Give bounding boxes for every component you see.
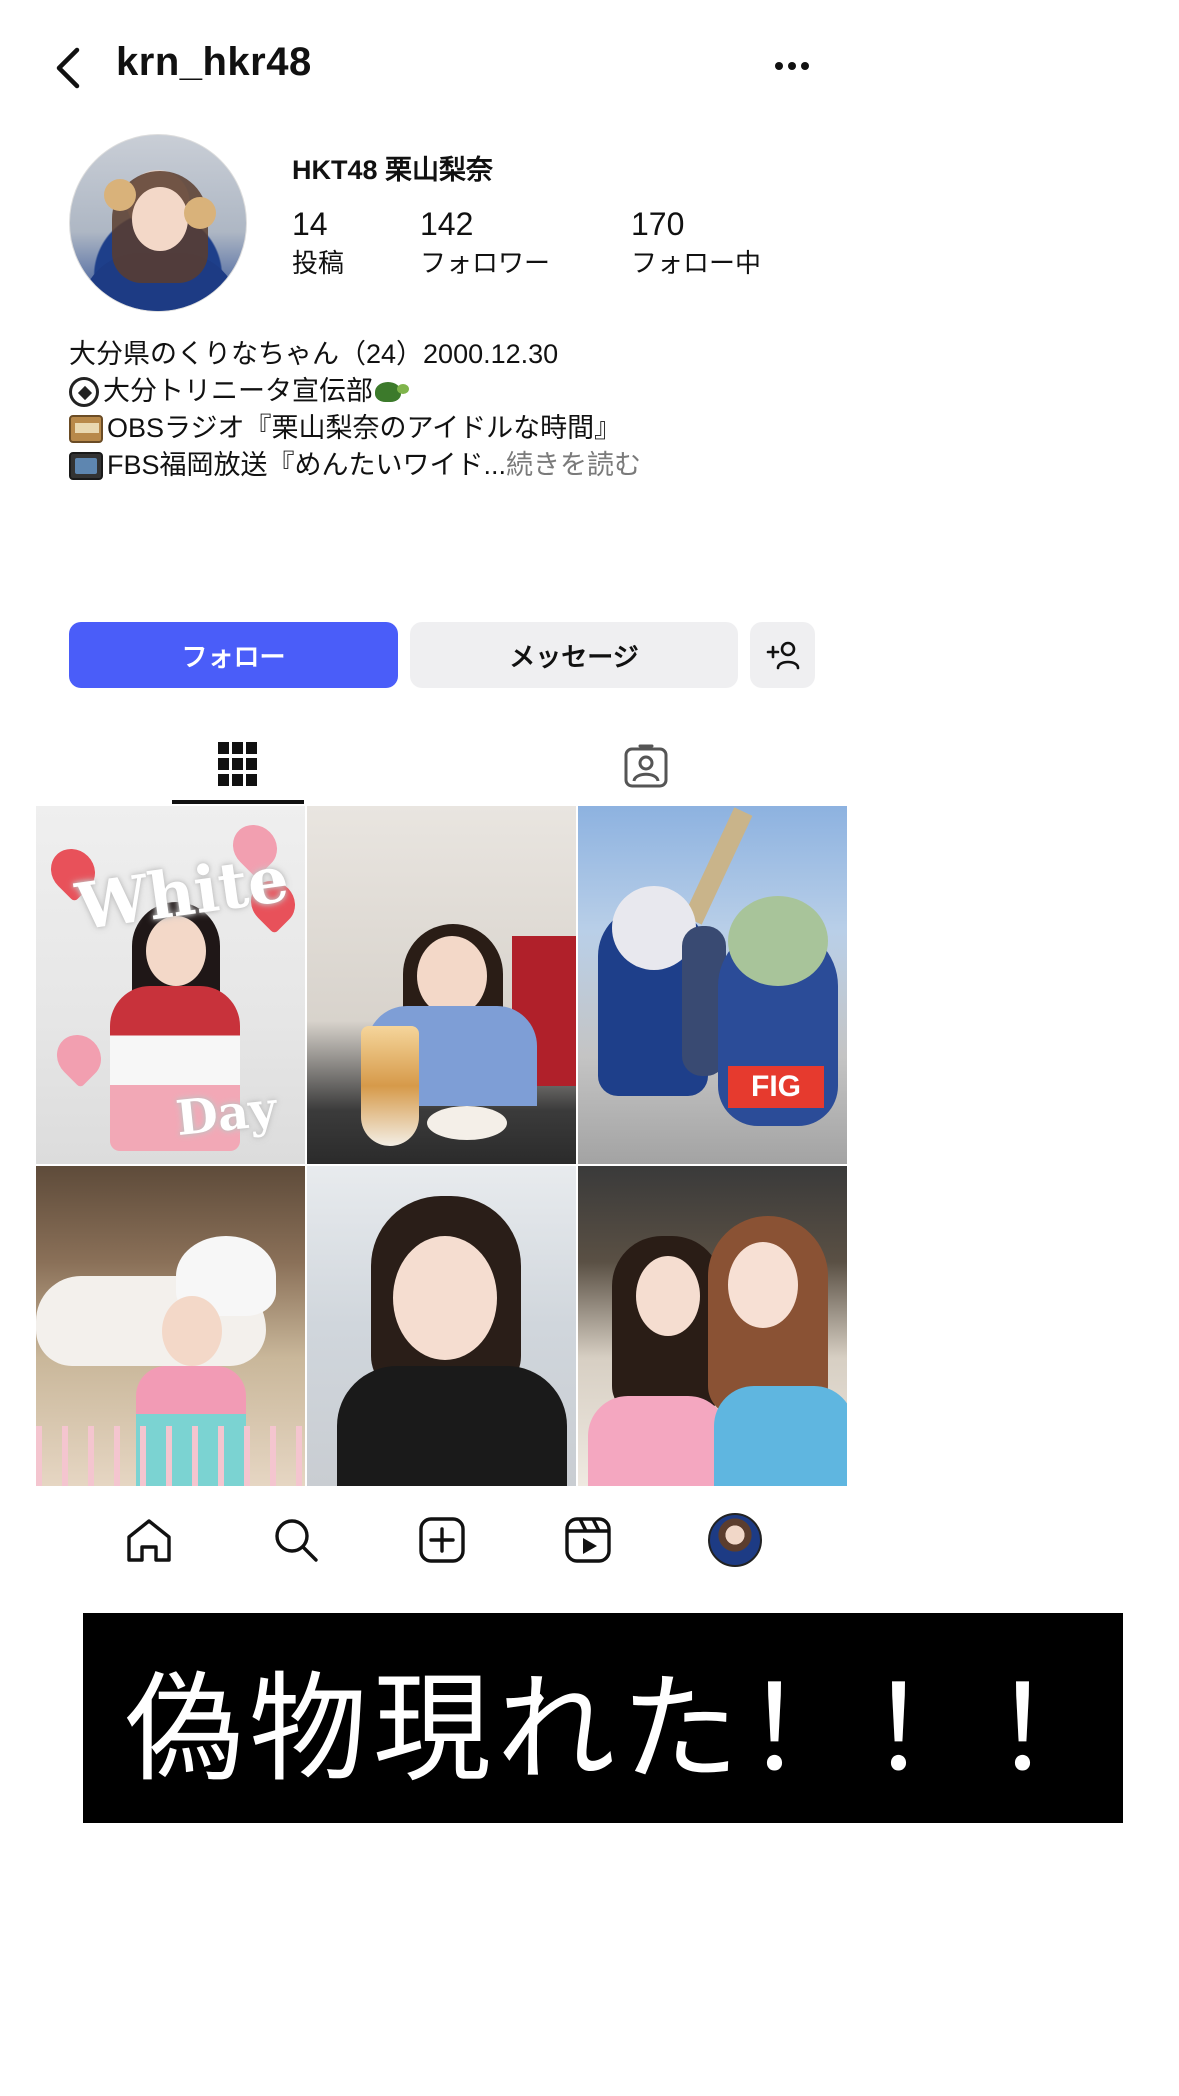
add-person-icon <box>766 641 799 670</box>
tagged-person-icon <box>624 744 668 788</box>
stat-following[interactable]: 170 フォロー中 <box>631 206 761 280</box>
reels-icon <box>565 1517 612 1563</box>
profile-bio: 大分県のくりなちゃん（24）2000.12.30 大分トリニータ宣伝部 OBSラ… <box>69 336 641 484</box>
caption-text: 偽物現れた！！！ <box>125 1659 1118 1798</box>
chevron-left-icon <box>56 47 80 89</box>
turtle-icon <box>373 378 411 406</box>
grid-icon <box>218 742 257 786</box>
nav-profile[interactable] <box>705 1510 765 1570</box>
create-icon <box>419 1517 465 1563</box>
post-tile[interactable]: White Day <box>36 806 305 1164</box>
post-tile[interactable] <box>578 1166 847 1486</box>
suggest-users-button[interactable] <box>750 622 815 688</box>
nav-search[interactable] <box>266 1510 326 1570</box>
follow-button[interactable]: フォロー <box>69 622 398 688</box>
post-tile[interactable]: FIG <box>578 806 847 1164</box>
following-count: 170 <box>631 206 685 242</box>
post-text-fig: FIG <box>728 1066 824 1108</box>
tab-posts-grid[interactable] <box>172 728 304 804</box>
profile-avatar-small <box>707 1513 762 1567</box>
profile-display-name: HKT48 栗山梨奈 <box>292 155 494 185</box>
caption-banner: 偽物現れた！！！ <box>83 1613 1123 1823</box>
nav-reels[interactable] <box>558 1510 618 1570</box>
read-more-link[interactable]: 続きを読む <box>506 447 641 484</box>
nav-home[interactable] <box>119 1510 179 1570</box>
bio-line-3: OBSラジオ『栗山梨奈のアイドルな時間』 <box>107 413 622 443</box>
posts-grid: White Day FIG <box>36 806 848 1486</box>
tv-icon <box>69 451 103 480</box>
followers-count: 142 <box>420 206 474 242</box>
post-text-day: Day <box>173 1080 280 1148</box>
posts-count: 14 <box>292 206 328 242</box>
bio-line-1: 大分県のくりなちゃん（24）2000.12.30 <box>69 339 559 369</box>
post-text-white: White <box>71 841 294 946</box>
post-tile[interactable] <box>307 1166 576 1486</box>
bio-line-4: FBS福岡放送『めんたいワイド... <box>107 450 507 480</box>
posts-label: 投稿 <box>292 248 345 278</box>
post-tile[interactable] <box>36 1166 305 1486</box>
nav-create[interactable] <box>412 1510 472 1570</box>
message-button[interactable]: メッセージ <box>410 622 738 688</box>
soccer-ball-icon <box>69 376 99 407</box>
more-options-button[interactable] <box>768 46 816 86</box>
following-label: フォロー中 <box>631 248 762 278</box>
home-icon <box>127 1519 171 1562</box>
radio-icon <box>69 414 103 443</box>
stat-posts: 14 投稿 <box>292 206 344 280</box>
followers-label: フォロワー <box>420 248 551 278</box>
post-tile[interactable] <box>307 806 576 1164</box>
profile-username: krn_hkr48 <box>116 40 312 84</box>
back-button[interactable] <box>44 36 92 100</box>
bio-line-2: 大分トリニータ宣伝部 <box>103 376 373 406</box>
bottom-navigation <box>36 1490 848 1590</box>
tab-tagged[interactable] <box>580 728 712 804</box>
profile-avatar[interactable] <box>69 134 247 312</box>
stat-followers[interactable]: 142 フォロワー <box>420 206 550 280</box>
more-horizontal-icon <box>775 62 809 70</box>
search-icon <box>274 1519 318 1562</box>
